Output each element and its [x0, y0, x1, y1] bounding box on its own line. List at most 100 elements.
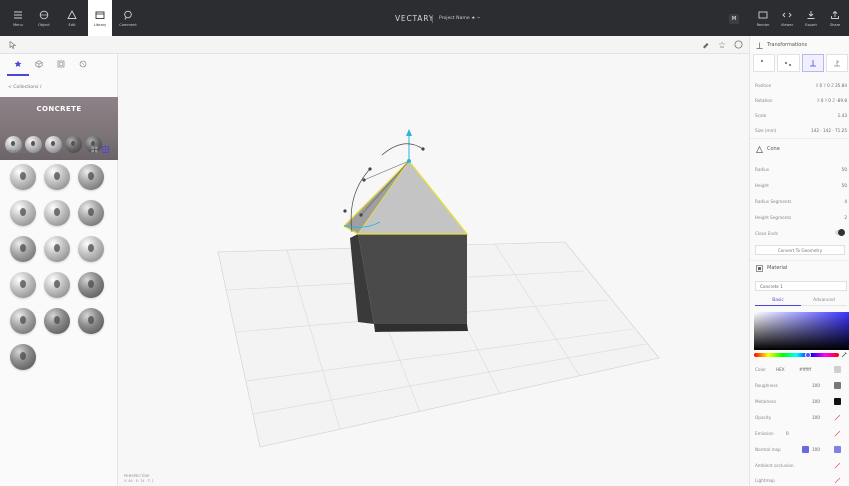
- project-name[interactable]: Project Name ★ ~: [439, 0, 481, 36]
- comment-button[interactable]: Comment: [116, 0, 140, 36]
- pivot-bottom[interactable]: [801, 54, 824, 72]
- light-icon[interactable]: [718, 41, 726, 49]
- large-grid-icon: [102, 146, 109, 153]
- view-mode-label[interactable]: PERSPECTIVE: [124, 473, 150, 478]
- pivot-center[interactable]: [777, 54, 800, 72]
- tab-objects[interactable]: [32, 57, 46, 71]
- opacity-value[interactable]: 100: [812, 415, 820, 420]
- size-y[interactable]: 142: [823, 128, 831, 133]
- pivot-top[interactable]: [753, 54, 776, 72]
- material-thumb[interactable]: [44, 272, 70, 298]
- grid-view-button[interactable]: [91, 146, 98, 153]
- tab-materials[interactable]: [76, 57, 90, 71]
- close-ends-toggle[interactable]: [835, 229, 845, 236]
- paint-icon[interactable]: [702, 41, 710, 49]
- rotation-z[interactable]: -89.8: [836, 98, 847, 103]
- library-button[interactable]: Library: [88, 0, 112, 36]
- large-view-button[interactable]: [102, 146, 109, 153]
- roughness-map-thumb[interactable]: [834, 381, 841, 389]
- radius-segments-value[interactable]: 4: [844, 199, 847, 204]
- ao-map-empty-icon[interactable]: [834, 462, 841, 469]
- color-swatch[interactable]: [834, 365, 841, 373]
- viewer-button[interactable]: Viewer: [775, 0, 799, 36]
- share-button[interactable]: Share: [823, 0, 847, 36]
- position-x[interactable]: 0: [820, 83, 823, 88]
- material-thumb[interactable]: [10, 236, 36, 262]
- material-dropdown[interactable]: Concrete 1: [755, 281, 847, 291]
- emission-value[interactable]: 0: [786, 431, 789, 436]
- rotation-y[interactable]: 0: [828, 98, 831, 103]
- position-z[interactable]: 35.84: [835, 83, 847, 88]
- cube-object[interactable]: [350, 234, 468, 332]
- cursor-icon[interactable]: [9, 41, 16, 49]
- material-thumb[interactable]: [78, 272, 104, 298]
- material-thumb[interactable]: [10, 308, 36, 334]
- camera-orbit-icon[interactable]: [734, 40, 743, 49]
- export-button[interactable]: Export: [799, 0, 823, 36]
- tab-advanced[interactable]: Advanced: [801, 295, 847, 306]
- emission-map-empty-icon[interactable]: [834, 430, 841, 437]
- rotation-row: Rotation X0 Y0 Z-89.8: [755, 95, 847, 105]
- material-title: Material: [767, 265, 788, 271]
- hue-slider-handle[interactable]: [805, 352, 811, 358]
- color-hex-input[interactable]: #ffffff: [799, 367, 811, 372]
- material-thumb[interactable]: [44, 308, 70, 334]
- normal-map-thumb[interactable]: [802, 445, 809, 453]
- cone-header[interactable]: Cone: [750, 142, 849, 156]
- material-thumb[interactable]: [10, 164, 36, 190]
- material-thumb[interactable]: [78, 236, 104, 262]
- metalness-value[interactable]: 100: [812, 399, 820, 404]
- material-thumb[interactable]: [44, 236, 70, 262]
- material-thumb[interactable]: [44, 200, 70, 226]
- material-thumb[interactable]: [10, 344, 36, 370]
- material-thumb[interactable]: [78, 164, 104, 190]
- tab-basic[interactable]: Basic: [755, 295, 801, 306]
- scale-row: Scale 1.43: [755, 110, 847, 120]
- size-x[interactable]: 142: [811, 128, 819, 133]
- tab-favorites[interactable]: [11, 57, 25, 71]
- avatar[interactable]: M: [729, 14, 739, 24]
- menu-button[interactable]: Menu: [6, 0, 30, 36]
- roughness-value[interactable]: 100: [812, 383, 820, 388]
- normal-map-row: Normal map 100: [755, 444, 847, 454]
- eyedropper-icon[interactable]: [841, 351, 848, 358]
- radius-label: Radius: [755, 166, 770, 172]
- material-thumb[interactable]: [78, 308, 104, 334]
- material-thumb[interactable]: [10, 272, 36, 298]
- lightmap-empty-icon[interactable]: [834, 477, 841, 484]
- transformations-header[interactable]: Transformations: [750, 38, 849, 52]
- object-button[interactable]: Object: [32, 0, 56, 36]
- color-picker-field[interactable]: [754, 312, 849, 350]
- material-header[interactable]: Material: [750, 261, 849, 275]
- rotation-x[interactable]: 0: [821, 98, 824, 103]
- 3d-viewport[interactable]: PERSPECTIVE V: 46 · E: 74 · T: 1: [118, 54, 749, 486]
- pyramid-object[interactable]: [343, 160, 469, 235]
- convert-to-geometry-button[interactable]: Convert To Geometry: [755, 245, 845, 255]
- material-thumb[interactable]: [78, 200, 104, 226]
- pivot-custom[interactable]: [825, 54, 848, 72]
- metalness-map-thumb[interactable]: [834, 397, 841, 405]
- radius-value[interactable]: 50: [842, 167, 847, 172]
- position-values[interactable]: X0 Y0 Z35.84: [816, 83, 847, 88]
- opacity-map-empty-icon[interactable]: [834, 414, 841, 421]
- hue-slider[interactable]: [754, 353, 839, 357]
- size-z[interactable]: 71.25: [835, 128, 847, 133]
- lightmap-row: Lightmap: [755, 475, 847, 485]
- material-thumb[interactable]: [44, 164, 70, 190]
- rotation-values[interactable]: X0 Y0 Z-89.8: [817, 98, 847, 103]
- color-mode-select[interactable]: HEX: [776, 367, 785, 372]
- scale-value[interactable]: 1.43: [838, 113, 847, 118]
- size-values[interactable]: 142 · 142 · 71.25: [811, 128, 847, 133]
- cube-icon: [35, 60, 43, 68]
- breadcrumb[interactable]: < Collections /: [8, 85, 41, 90]
- material-thumb[interactable]: [10, 200, 36, 226]
- tab-images[interactable]: [54, 57, 68, 71]
- position-y[interactable]: 0: [827, 83, 830, 88]
- scene-canvas[interactable]: [118, 54, 749, 486]
- height-segments-value[interactable]: 2: [844, 215, 847, 220]
- edit-button[interactable]: Edit: [60, 0, 84, 36]
- render-button[interactable]: Render: [751, 0, 775, 36]
- normal-map-swatch[interactable]: [834, 445, 841, 453]
- normal-map-value[interactable]: 100: [812, 447, 820, 452]
- height-value[interactable]: 50: [842, 183, 847, 188]
